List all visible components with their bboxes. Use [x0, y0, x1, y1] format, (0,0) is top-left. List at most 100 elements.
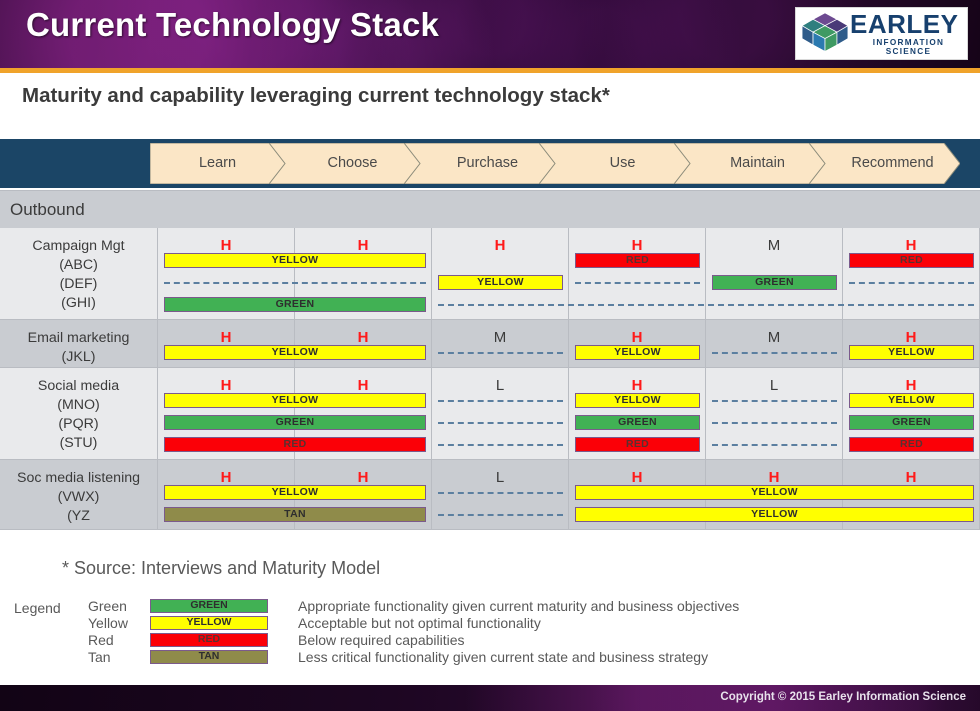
- capability-bar[interactable]: YELLOW: [849, 393, 974, 408]
- legend-item-name: Yellow: [88, 615, 128, 631]
- process-chevron-band: Learn Choose Purchase Use Maintain Recommend: [0, 139, 980, 188]
- row-label: Email marketing (JKL): [0, 320, 158, 367]
- legend-item: Red RED Below required capabilities: [88, 632, 788, 649]
- row-cells: H H L H H H YELLOW TAN YELLOW YELLOW: [158, 460, 980, 529]
- cell-empty-dash: [438, 400, 563, 402]
- logo-brand: EARLEY: [850, 9, 959, 40]
- cell-rating: H: [220, 377, 232, 394]
- cell-rating: H: [905, 377, 917, 394]
- capability-bar[interactable]: YELLOW: [164, 393, 426, 408]
- cell-empty-dash: [712, 352, 837, 354]
- cell-rating: M: [493, 329, 507, 346]
- copyright-text: Copyright © 2015 Earley Information Scie…: [720, 691, 966, 703]
- capability-bar[interactable]: RED: [164, 437, 426, 452]
- cell-rating: H: [631, 469, 643, 486]
- capability-bar[interactable]: YELLOW: [575, 485, 974, 500]
- capability-bar[interactable]: YELLOW: [164, 345, 426, 360]
- cell-rating: H: [220, 469, 232, 486]
- cell-rating: M: [767, 237, 781, 254]
- legend-item-description: Acceptable but not optimal functionality: [298, 615, 541, 631]
- slide: Current Technology Stack EARLEY INFORMAT…: [0, 0, 980, 711]
- row-capability-name: Social media: [37, 378, 120, 394]
- legend-item-description: Less critical functionality given curren…: [298, 649, 709, 665]
- capability-bar[interactable]: RED: [849, 253, 974, 268]
- row-capability-name: Campaign Mgt: [32, 238, 125, 254]
- capability-bar[interactable]: YELLOW: [164, 485, 426, 500]
- capability-bar[interactable]: RED: [849, 437, 974, 452]
- logo-tagline: INFORMATION SCIENCE: [872, 38, 945, 56]
- legend-item-name: Tan: [88, 649, 111, 665]
- cell-rating: H: [905, 469, 917, 486]
- capability-bar[interactable]: GREEN: [575, 415, 700, 430]
- legend-item: Yellow YELLOW Acceptable but not optimal f…: [88, 615, 788, 632]
- legend-item-name: Red: [88, 632, 114, 648]
- row-sub-label: (MNO): [57, 397, 100, 413]
- cell-rating: H: [631, 329, 643, 346]
- process-stage-learn[interactable]: Learn: [150, 143, 285, 184]
- capability-bar[interactable]: RED: [575, 253, 700, 268]
- row-sub-label: (VWX): [57, 489, 100, 505]
- process-stage-maintain[interactable]: Maintain: [690, 143, 825, 184]
- cell-rating: L: [495, 469, 505, 486]
- section-header-label: Outbound: [10, 200, 85, 219]
- cell-rating: H: [357, 329, 369, 346]
- legend-item-name: Green: [88, 598, 127, 614]
- row-cells: H H M H M H YELLOW YELLOW YELLOW: [158, 320, 980, 367]
- capability-bar[interactable]: TAN: [164, 507, 426, 522]
- capability-bar[interactable]: YELLOW: [849, 345, 974, 360]
- cell-rating: H: [631, 377, 643, 394]
- cell-empty-dash: [575, 282, 700, 284]
- row-sub-label: (JKL): [61, 349, 96, 365]
- capability-bar[interactable]: GREEN: [849, 415, 974, 430]
- cell-empty-dash: [438, 492, 563, 494]
- legend-title: Legend: [14, 600, 61, 616]
- process-stage-recommend[interactable]: Recommend: [825, 143, 960, 184]
- page-title: Current Technology Stack: [26, 6, 440, 43]
- cell-empty-dash: [712, 400, 837, 402]
- cell-rating: H: [220, 329, 232, 346]
- row-cells: H H H H M H YELLOW RED RED YELLOW GREEN GREEN: [158, 228, 980, 319]
- legend-swatch: GREEN: [150, 599, 268, 613]
- legend-swatch: YELLOW: [150, 616, 268, 630]
- cell-rating: H: [768, 469, 780, 486]
- capability-bar[interactable]: YELLOW: [164, 253, 426, 268]
- process-stage-choose[interactable]: Choose: [285, 143, 420, 184]
- process-stage-purchase[interactable]: Purchase: [420, 143, 555, 184]
- process-stage-use[interactable]: Use: [555, 143, 690, 184]
- capability-bar[interactable]: GREEN: [164, 415, 426, 430]
- earley-logo: EARLEY INFORMATION SCIENCE: [795, 7, 968, 60]
- cube-icon: [802, 11, 848, 52]
- row-capability-name: Soc media listening: [16, 470, 141, 486]
- capability-bar[interactable]: GREEN: [712, 275, 837, 290]
- source-note: * Source: Interviews and Maturity Model: [62, 558, 381, 578]
- capability-bar[interactable]: GREEN: [164, 297, 426, 312]
- row-sub-label: (STU): [59, 435, 98, 451]
- subtitle: Maturity and capability leveraging curre…: [22, 84, 610, 107]
- matrix-cell-purchase[interactable]: L: [432, 460, 569, 529]
- row-label: Social media (MNO) (PQR) (STU): [0, 368, 158, 459]
- section-header-outbound: Outbound: [0, 190, 980, 228]
- cell-empty-dash: [712, 422, 837, 424]
- legend-swatch: RED: [150, 633, 268, 647]
- row-sub-label: (GHI): [61, 295, 96, 311]
- cell-rating: L: [769, 377, 779, 394]
- row-sub-label: (ABC): [59, 257, 98, 273]
- matrix-cell-purchase[interactable]: M: [432, 320, 569, 367]
- row-label: Soc media listening (VWX) (YZ: [0, 460, 158, 529]
- capability-bar[interactable]: YELLOW: [438, 275, 563, 290]
- legend-swatch: TAN: [150, 650, 268, 664]
- cell-rating: M: [767, 329, 781, 346]
- capability-bar[interactable]: YELLOW: [575, 393, 700, 408]
- matrix-cell-maintain[interactable]: M: [706, 320, 843, 367]
- legend-item-description: Appropriate functionality given current …: [298, 598, 740, 614]
- gold-divider: [0, 68, 980, 73]
- legend-item: Tan TAN Less critical functionality given …: [88, 649, 788, 666]
- cell-empty-dash: [438, 352, 563, 354]
- capability-bar[interactable]: RED: [575, 437, 700, 452]
- cell-empty-dash: [438, 422, 563, 424]
- cell-empty-dash: [849, 282, 974, 284]
- cell-empty-dash: [712, 444, 837, 446]
- cell-rating: H: [905, 237, 917, 254]
- capability-bar[interactable]: YELLOW: [575, 507, 974, 522]
- capability-bar[interactable]: YELLOW: [575, 345, 700, 360]
